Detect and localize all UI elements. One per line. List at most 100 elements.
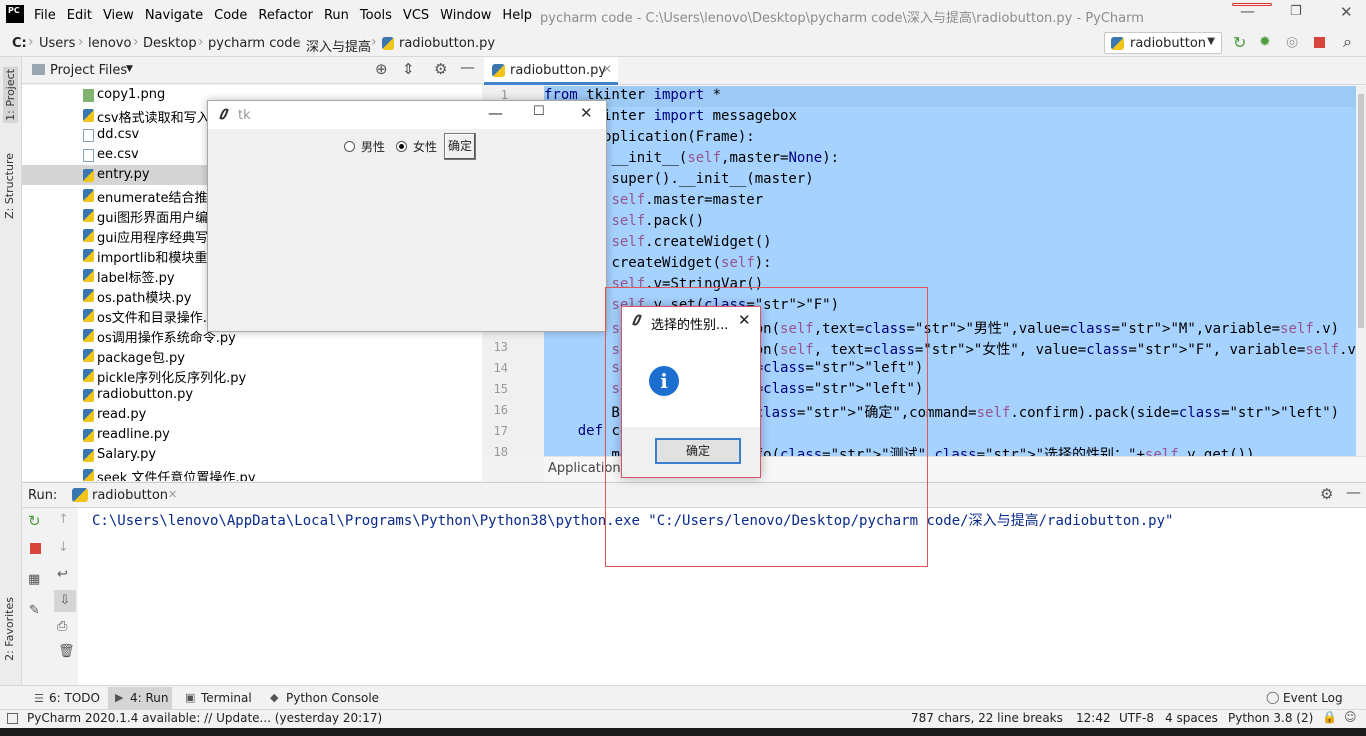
tree-file-item[interactable]: package包.py [22, 345, 482, 366]
lock-icon[interactable]: 🔒 [1322, 710, 1337, 724]
caret-position[interactable]: 12:42 [1076, 711, 1111, 725]
menu-navigate[interactable]: Navigate [145, 8, 203, 23]
python-file-icon [83, 429, 94, 442]
chevron-down-icon[interactable]: ▼ [126, 64, 133, 74]
structure-tool-tab[interactable]: Z: Structure [3, 153, 16, 219]
tree-file-name: ee.csv [97, 147, 139, 162]
stop-icon[interactable] [30, 543, 41, 554]
rerun-icon[interactable]: ↻ [1233, 33, 1246, 52]
editor-scrollbar[interactable] [1356, 86, 1366, 456]
chevron-right-icon: › [133, 34, 139, 50]
print-icon[interactable]: ⎙ [57, 619, 67, 634]
stop-icon[interactable] [1314, 37, 1325, 48]
breadcrumb-project[interactable]: pycharm code [208, 36, 301, 51]
tree-file-item[interactable]: readline.py [22, 425, 482, 445]
todo-tab[interactable]: 6: TODO [49, 691, 100, 705]
python-console-tab[interactable]: Python Console [286, 691, 379, 705]
close-icon[interactable]: ✕ [738, 311, 751, 329]
radio-male[interactable] [344, 141, 355, 152]
maximize-icon[interactable]: ☐ [533, 104, 545, 119]
gear-icon[interactable]: ⚙ [1320, 485, 1333, 503]
editor-tab-radiobutton[interactable]: radiobutton.py ✕ [484, 57, 618, 85]
menu-refactor[interactable]: Refactor [258, 8, 313, 23]
scroll-to-end-icon[interactable]: ⇩ [54, 590, 76, 612]
terminal-tab[interactable]: Terminal [201, 691, 252, 705]
tk-window-title: tk [238, 108, 251, 123]
menu-vcs[interactable]: VCS [403, 8, 429, 23]
run-tool-tab[interactable]: 4: Run [130, 691, 169, 705]
tree-file-item[interactable]: read.py [22, 405, 482, 425]
collapse-all-icon[interactable]: ⇕ [402, 60, 415, 78]
python-file-icon [83, 349, 94, 362]
notifications-icon[interactable]: ☺ [1344, 710, 1357, 724]
window-controls: — ❐ ✕ [1240, 2, 1366, 24]
menu-run[interactable]: Run [324, 8, 349, 23]
tree-file-item[interactable]: Salary.py [22, 445, 482, 465]
project-tool-tab[interactable]: 1: Project [3, 67, 18, 123]
search-icon[interactable]: ⌕ [1343, 32, 1352, 52]
tree-file-item[interactable]: pickle序列化反序列化.py [22, 365, 482, 386]
pin-icon[interactable]: ✎ [29, 603, 40, 618]
radio-female[interactable] [396, 141, 407, 152]
coverage-icon[interactable]: ◎ [1286, 34, 1298, 50]
run-configuration-select[interactable]: radiobutton ▼ [1104, 32, 1222, 54]
menu-code[interactable]: Code [214, 8, 247, 23]
toggle-panels-icon[interactable] [7, 713, 18, 724]
tree-file-item[interactable]: radiobutton.py [22, 385, 482, 405]
project-panel-header: Project Files ▼ ⊕ ⇕ ⚙ — [22, 57, 482, 84]
run-console[interactable]: C:\Users\lenovo\AppData\Local\Programs\P… [78, 508, 1366, 685]
breadcrumb-users[interactable]: Users [39, 36, 75, 51]
menu-view[interactable]: View [103, 8, 134, 23]
python-file-icon [83, 369, 94, 382]
indent-setting[interactable]: 4 spaces [1165, 711, 1218, 725]
close-tab-icon[interactable]: ✕ [168, 488, 177, 501]
python-console-icon: ◆ [270, 691, 279, 704]
breadcrumb-drive[interactable]: C: [12, 36, 27, 51]
layout-icon[interactable]: ▦ [28, 572, 40, 587]
close-icon[interactable]: ✕ [1340, 3, 1353, 21]
soft-wrap-icon[interactable]: ↩ [57, 567, 68, 582]
arrow-up-icon[interactable]: ↑ [58, 512, 69, 527]
run-panel-label: Run: [28, 488, 58, 503]
event-log-tab[interactable]: Event Log [1283, 691, 1343, 705]
hide-panel-icon[interactable]: — [1346, 483, 1361, 501]
menu-help[interactable]: Help [502, 8, 532, 23]
python-file-icon [83, 389, 94, 402]
breadcrumb-lenovo[interactable]: lenovo [88, 36, 131, 51]
line-number: 18 [493, 445, 508, 459]
trash-icon[interactable]: 🗑 [58, 644, 75, 659]
terminal-icon: ▣ [185, 691, 196, 704]
editor-breadcrumb-class[interactable]: Application [548, 461, 621, 476]
messagebox-dialog: 选择的性别... ✕ i 确定 [621, 306, 761, 478]
close-icon[interactable]: ✕ [580, 104, 593, 122]
menu-window[interactable]: Window [440, 8, 491, 23]
rerun-icon[interactable]: ↻ [28, 512, 41, 530]
project-view-title[interactable]: Project Files [50, 63, 127, 78]
update-notification[interactable]: PyCharm 2020.1.4 available: // Update...… [27, 711, 382, 725]
file-encoding[interactable]: UTF-8 [1119, 711, 1154, 725]
tk-confirm-button[interactable]: 确定 [444, 133, 476, 160]
menu-tools[interactable]: Tools [360, 8, 392, 23]
breadcrumb-file[interactable]: radiobutton.py [399, 36, 495, 51]
minimize-icon[interactable]: — [488, 104, 503, 122]
breadcrumb-folder[interactable]: 深入与提高 [306, 36, 371, 55]
menu-edit[interactable]: Edit [67, 8, 92, 23]
breadcrumb-desktop[interactable]: Desktop [143, 36, 197, 51]
arrow-down-icon[interactable]: ↓ [58, 540, 69, 555]
tree-file-name: pickle序列化反序列化.py [97, 371, 247, 386]
locate-icon[interactable]: ⊕ [375, 60, 388, 78]
python-interpreter[interactable]: Python 3.8 (2) [1228, 711, 1313, 725]
messagebox-ok-button[interactable]: 确定 [655, 438, 741, 464]
scrollbar-thumb[interactable] [1358, 94, 1364, 328]
favorites-tool-tab[interactable]: 2: Favorites [3, 597, 16, 661]
run-tab-label[interactable]: radiobutton [92, 488, 168, 503]
minimize-icon[interactable]: — [1240, 2, 1255, 20]
python-file-icon [83, 249, 94, 262]
restore-icon[interactable]: ❐ [1290, 4, 1302, 19]
menu-file[interactable]: File [34, 8, 56, 23]
close-tab-icon[interactable]: ✕ [602, 62, 612, 76]
tree-file-item[interactable]: seek 文件任意位置操作.py [22, 465, 482, 481]
debug-icon[interactable]: ✹ [1259, 34, 1271, 50]
gear-icon[interactable]: ⚙ [434, 60, 447, 78]
hide-panel-icon[interactable]: — [460, 58, 475, 76]
